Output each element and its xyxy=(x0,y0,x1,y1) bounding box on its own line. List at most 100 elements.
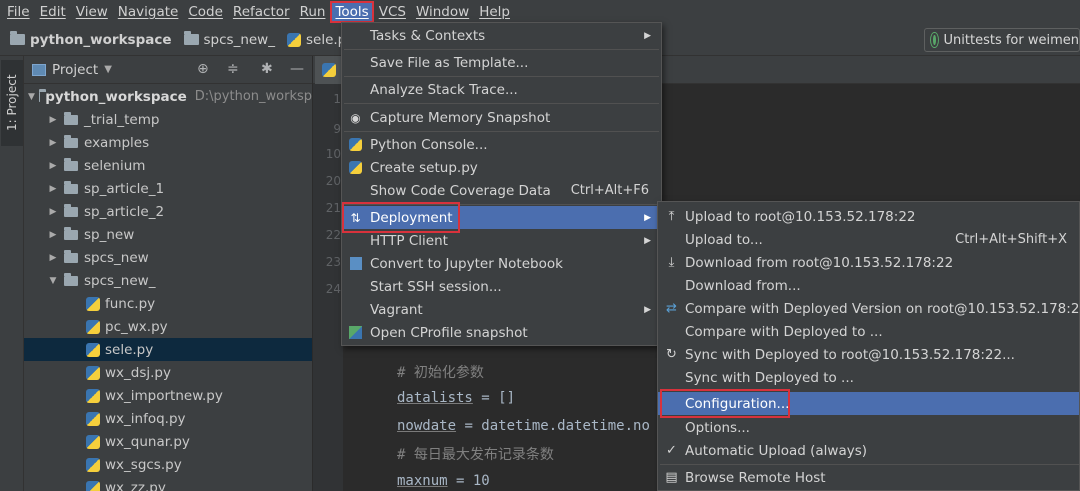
menu-run[interactable]: Run xyxy=(295,1,331,23)
menu-item-start-ssh-session[interactable]: Start SSH session... xyxy=(342,275,661,298)
tree-file[interactable]: pc_wx.py xyxy=(24,315,312,338)
tree-file[interactable]: wx_infoq.py xyxy=(24,407,312,430)
root-folder-path: D:\python_worksp xyxy=(194,89,312,104)
root-folder-name: python_workspace xyxy=(45,88,187,105)
collapsed-arrow-icon[interactable]: ▶ xyxy=(46,161,60,171)
menu-item-automatic-upload[interactable]: ✓ Automatic Upload (always) xyxy=(658,439,1079,462)
menu-tools[interactable]: Tools xyxy=(330,1,374,23)
tree-folder[interactable]: ▶ sp_article_2 xyxy=(24,200,312,223)
menu-item-capture-memory-snapshot[interactable]: ◉ Capture Memory Snapshot xyxy=(342,106,661,129)
menu-item-label: Vagrant xyxy=(370,301,423,318)
collapsed-arrow-icon[interactable]: ▶ xyxy=(46,207,60,217)
tree-folder[interactable]: ▶ selenium xyxy=(24,154,312,177)
menu-item-show-code-coverage-data[interactable]: Show Code Coverage Data Ctrl+Alt+F6 xyxy=(342,179,661,202)
line-number-gutter: 1 9 10 20 21 22 23 24 xyxy=(313,84,343,491)
menu-item-analyze-stack-trace[interactable]: Analyze Stack Trace... xyxy=(342,78,661,101)
breadcrumb-folder[interactable]: spcs_new_ xyxy=(183,31,275,48)
expand-arrow-icon[interactable]: ▼ xyxy=(28,92,35,102)
breadcrumb-root[interactable]: python_workspace xyxy=(10,31,172,48)
menu-help[interactable]: Help xyxy=(474,1,515,23)
tree-folder[interactable]: ▶ examples xyxy=(24,131,312,154)
collapsed-arrow-icon[interactable]: ▶ xyxy=(46,115,60,125)
menu-item-upload-to-default[interactable]: ⤒ Upload to root@10.153.52.178:22 xyxy=(658,205,1079,228)
editor-tab[interactable] xyxy=(315,56,343,84)
menu-item-label: HTTP Client xyxy=(370,232,448,249)
folder-icon xyxy=(64,226,78,240)
folder-label: _trial_temp xyxy=(84,111,160,128)
tree-file-selected[interactable]: sele.py xyxy=(24,338,312,361)
menu-item-download-from-default[interactable]: ⤓ Download from root@10.153.52.178:22 xyxy=(658,251,1079,274)
collapse-all-icon[interactable]: ≑ xyxy=(227,62,239,76)
line-number: 9 xyxy=(333,122,341,136)
tree-file[interactable]: wx_importnew.py xyxy=(24,384,312,407)
menu-vcs[interactable]: VCS xyxy=(374,1,411,23)
menu-code[interactable]: Code xyxy=(183,1,228,23)
menu-item-vagrant[interactable]: Vagrant ▶ xyxy=(342,298,661,321)
tree-folder[interactable]: ▶ spcs_new xyxy=(24,246,312,269)
tree-folder[interactable]: ▶ _trial_temp xyxy=(24,108,312,131)
collapsed-arrow-icon[interactable]: ▶ xyxy=(46,184,60,194)
project-tool-tab[interactable]: 1: Project xyxy=(1,60,23,146)
tree-folder[interactable]: ▶ sp_article_1 xyxy=(24,177,312,200)
project-panel-header: Project ▼ ⊕ ≑ ✱ — xyxy=(24,56,312,84)
menu-item-label: Convert to Jupyter Notebook xyxy=(370,255,563,272)
menu-window[interactable]: Window xyxy=(411,1,474,23)
menu-item-compare-with-deployed-default[interactable]: ⇄ Compare with Deployed Version on root@… xyxy=(658,297,1079,320)
collapsed-arrow-icon[interactable]: ▶ xyxy=(46,138,60,148)
tree-file[interactable]: wx_qunar.py xyxy=(24,430,312,453)
expand-arrow-icon[interactable]: ▼ xyxy=(46,276,60,286)
menu-item-sync-with-deployed-default[interactable]: ↻ Sync with Deployed to root@10.153.52.1… xyxy=(658,343,1079,366)
tree-file[interactable]: func.py xyxy=(24,292,312,315)
menu-navigate[interactable]: Navigate xyxy=(113,1,184,23)
code-variable: nowdate xyxy=(397,418,457,434)
menu-item-create-setup-py[interactable]: Create setup.py xyxy=(342,156,661,179)
tree-file[interactable]: wx_sgcs.py xyxy=(24,453,312,476)
sync-icon: ↻ xyxy=(666,347,677,362)
notebook-icon xyxy=(348,256,363,271)
run-configuration-label: Unittests for weimen xyxy=(943,32,1079,48)
download-icon: ⤓ xyxy=(668,255,675,270)
menu-item-upload-to[interactable]: Upload to... Ctrl+Alt+Shift+X xyxy=(658,228,1079,251)
menu-file[interactable]: File xyxy=(2,1,35,23)
menu-item-label: Sync with Deployed to ... xyxy=(685,369,854,386)
python-file-icon xyxy=(86,434,100,449)
menu-item-convert-to-jupyter-notebook[interactable]: Convert to Jupyter Notebook xyxy=(342,252,661,275)
menu-edit[interactable]: Edit xyxy=(35,1,71,23)
menu-item-options[interactable]: Options... xyxy=(658,416,1079,439)
menu-view[interactable]: View xyxy=(71,1,113,23)
menu-item-sync-with-deployed-to[interactable]: Sync with Deployed to ... xyxy=(658,366,1079,389)
menu-item-compare-with-deployed-to[interactable]: Compare with Deployed to ... xyxy=(658,320,1079,343)
menu-item-download-from[interactable]: Download from... xyxy=(658,274,1079,297)
tree-root[interactable]: ▼ python_workspace D:\python_worksp xyxy=(24,85,312,108)
tree-file[interactable]: wx_dsj.py xyxy=(24,361,312,384)
file-label: wx_infoq.py xyxy=(105,410,186,427)
code-line: nowdate = datetime.datetime.no xyxy=(397,418,650,434)
menu-bar: File Edit View Navigate Code Refactor Ru… xyxy=(0,0,1080,24)
gear-icon[interactable]: ✱ xyxy=(261,62,273,76)
tree-file[interactable]: wx_zz.py xyxy=(24,476,312,491)
folder-label: sp_new xyxy=(84,226,135,243)
collapsed-arrow-icon[interactable]: ▶ xyxy=(46,230,60,240)
camera-icon: ◉ xyxy=(350,110,361,125)
tree-folder[interactable]: ▼ spcs_new_ xyxy=(24,269,312,292)
collapsed-arrow-icon[interactable]: ▶ xyxy=(46,253,60,263)
menu-item-tasks-contexts[interactable]: Tasks & Contexts ▶ xyxy=(342,24,661,47)
python-file-icon xyxy=(348,160,363,175)
chevron-down-icon[interactable]: ▼ xyxy=(104,64,112,75)
project-view-selector[interactable]: Project xyxy=(52,62,98,78)
tree-folder[interactable]: ▶ sp_new xyxy=(24,223,312,246)
menu-item-browse-remote-host[interactable]: ▤ Browse Remote Host xyxy=(658,466,1079,489)
hide-icon[interactable]: — xyxy=(290,62,304,76)
compare-icon: ⇄ xyxy=(666,301,677,316)
menu-item-save-file-as-template[interactable]: Save File as Template... xyxy=(342,51,661,74)
menu-item-open-cprofile-snapshot[interactable]: Open CProfile snapshot xyxy=(342,321,661,344)
breadcrumb-label: python_workspace xyxy=(30,31,172,48)
run-configuration-selector[interactable]: Unittests for weimen xyxy=(924,28,1080,52)
target-icon[interactable]: ⊕ xyxy=(197,62,209,76)
submenu-arrow-icon: ▶ xyxy=(644,30,651,41)
left-tool-stripe: 1: Project xyxy=(0,56,24,491)
folder-icon xyxy=(64,111,78,125)
project-tree: ▼ python_workspace D:\python_worksp ▶ _t… xyxy=(24,84,312,491)
menu-item-python-console[interactable]: Python Console... xyxy=(342,133,661,156)
menu-refactor[interactable]: Refactor xyxy=(228,1,295,23)
